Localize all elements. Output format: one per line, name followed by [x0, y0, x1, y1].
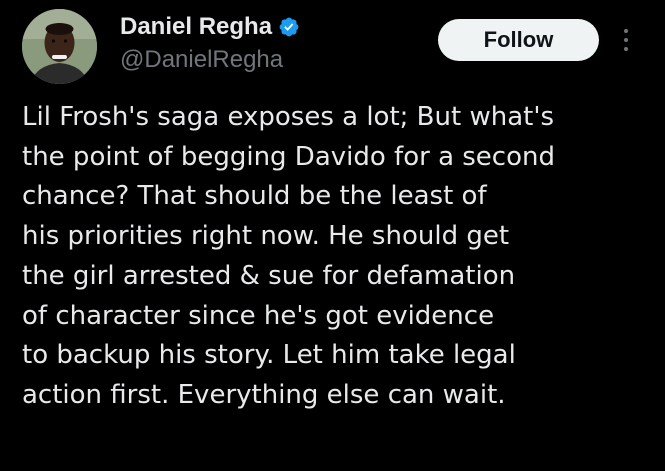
tweet-text-line: to backup his story. Let him take legal	[22, 340, 516, 371]
author-name-row: Daniel Regha	[120, 12, 300, 42]
avatar[interactable]	[22, 9, 97, 84]
tweet-text: Lil Frosh's saga exposes a lot; But what…	[22, 98, 662, 416]
tweet-text-line: action first. Everything else can wait.	[22, 379, 506, 410]
tweet-text-line: the point of begging Davido for a second	[22, 141, 555, 172]
verified-badge-icon	[278, 16, 300, 38]
tweet-text-line: of character since he's got evidence	[22, 300, 495, 331]
author-handle[interactable]: @DanielRegha	[120, 46, 283, 74]
tweet-text-line: his priorities right now. He should get	[22, 221, 510, 252]
more-options-icon[interactable]	[616, 22, 636, 58]
tweet-text-line: Lil Frosh's saga exposes a lot; But what…	[22, 102, 555, 132]
more-dot	[624, 29, 628, 33]
avatar-image	[22, 9, 97, 84]
author-display-name[interactable]: Daniel Regha	[120, 13, 272, 41]
follow-button[interactable]: Follow	[438, 19, 599, 61]
tweet-card: Daniel Regha @DanielRegha Follow Lil Fro…	[0, 0, 665, 471]
more-dot	[624, 47, 628, 51]
tweet-text-line: chance? That should be the least of	[22, 181, 487, 212]
more-dot	[624, 38, 628, 42]
tweet-text-line: the girl arrested & sue for defamation	[22, 260, 516, 291]
